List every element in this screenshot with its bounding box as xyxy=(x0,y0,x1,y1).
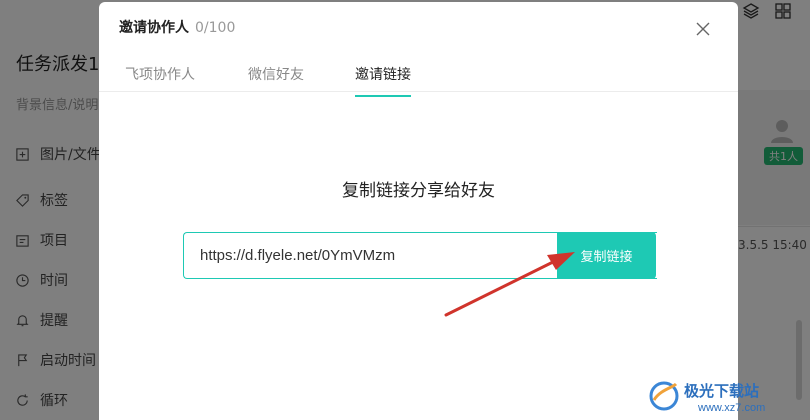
invite-collaborator-dialog: 邀请协作人 0/100 飞项协作人 微信好友 邀请链接 复制链接分享给好友 复制… xyxy=(99,2,738,420)
close-icon[interactable] xyxy=(694,20,712,38)
dialog-title: 邀请协作人 xyxy=(119,20,189,36)
tab-feixiang-collaborators[interactable]: 飞项协作人 xyxy=(125,64,195,95)
tab-bar: 飞项协作人 微信好友 邀请链接 xyxy=(99,60,738,97)
collaborator-count: 0/100 xyxy=(195,20,236,36)
share-heading: 复制链接分享给好友 xyxy=(342,181,495,201)
watermark-url: www.xz7.com xyxy=(697,402,765,414)
watermark-text: 极光下载站 xyxy=(684,382,759,400)
tab-invite-link[interactable]: 邀请链接 xyxy=(355,64,411,97)
watermark-logo: 极光下载站 www.xz7.com xyxy=(649,381,765,414)
tab-wechat-friends[interactable]: 微信好友 xyxy=(248,64,304,95)
copy-link-button[interactable]: 复制链接 xyxy=(557,232,656,279)
dialog-header: 邀请协作人 0/100 xyxy=(119,17,235,37)
